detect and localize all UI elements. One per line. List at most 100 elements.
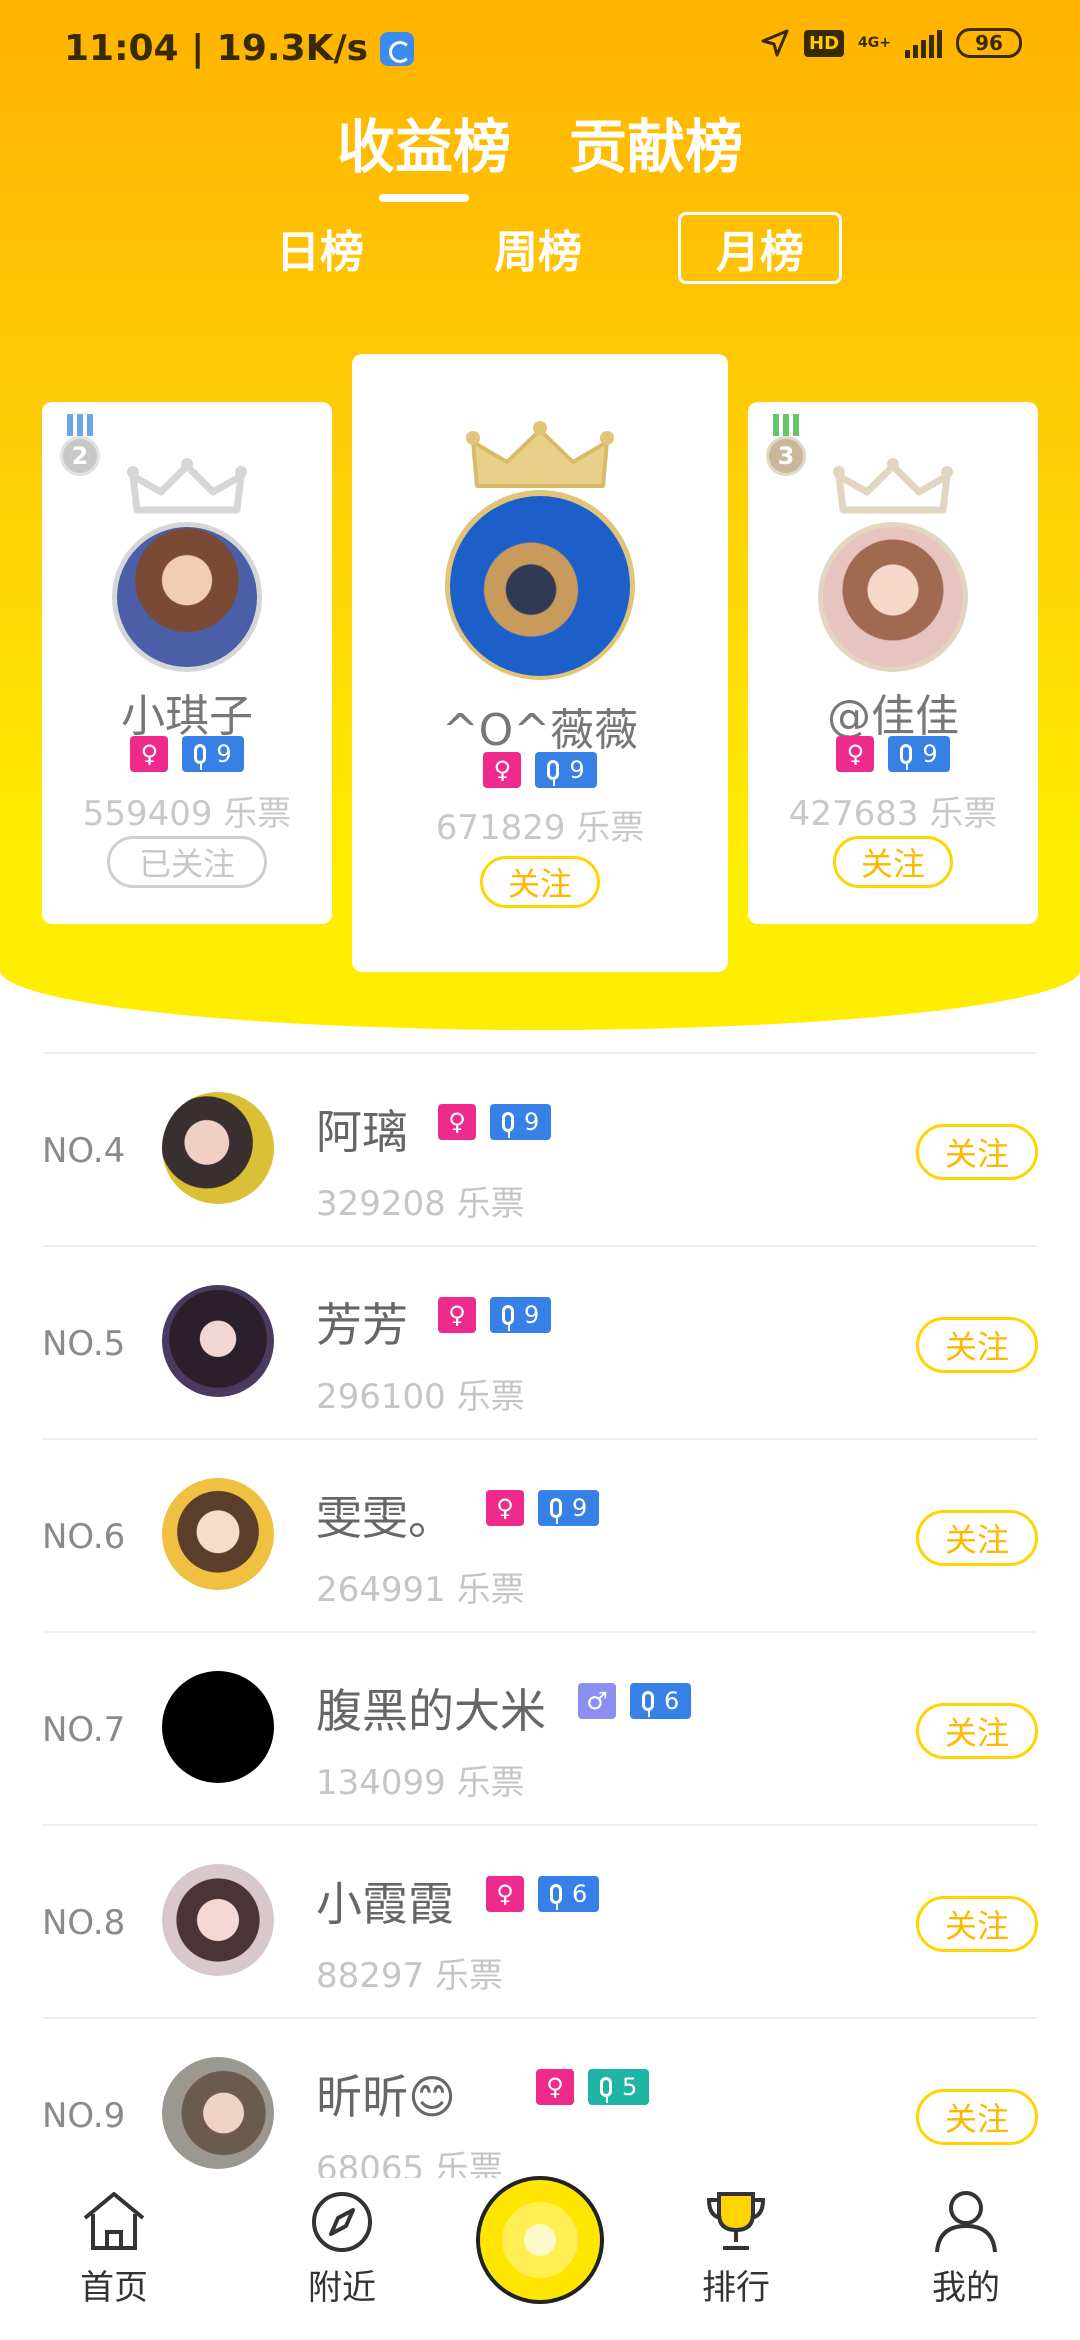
female-icon: ♀ — [438, 1297, 476, 1333]
list-item[interactable]: NO.5 芳芳 ♀ 9 296100 乐票 关注 — [42, 1245, 1038, 1438]
nav-nearby-label: 附近 — [308, 2268, 376, 2308]
silver-medal-icon: 2 — [60, 414, 100, 476]
nav-ranking[interactable]: 排行 — [666, 2178, 806, 2340]
follow-button[interactable]: 关注 — [916, 2089, 1038, 2145]
rank-label: NO.4 — [42, 1130, 126, 1171]
nav-ranking-label: 排行 — [702, 2268, 770, 2308]
main-tabs: 收益榜 贡献榜 — [0, 100, 1080, 202]
male-icon: ♂ — [578, 1683, 616, 1719]
follow-button[interactable]: 关注 — [916, 1703, 1038, 1759]
follow-button[interactable]: 关注 — [916, 1317, 1038, 1373]
avatar[interactable] — [162, 2057, 274, 2169]
avatar[interactable] — [117, 527, 257, 667]
follow-button[interactable]: 关注 — [916, 1510, 1038, 1566]
tab-earnings-ranking[interactable]: 收益榜 — [337, 100, 511, 202]
user-name: 腹黑的大米 — [316, 1684, 546, 1738]
avatar[interactable] — [162, 1671, 274, 1783]
user-score: 134099 乐票 — [316, 1763, 525, 1803]
podium-card-second[interactable]: 2 小琪子 ♀ 9 559409 乐票 已关注 — [42, 402, 332, 924]
level-badge: 9 — [888, 736, 950, 772]
mic-icon — [550, 1498, 562, 1524]
female-icon: ♀ — [438, 1104, 476, 1140]
level-badge: 9 — [490, 1297, 552, 1333]
level-badge: 9 — [490, 1104, 552, 1140]
mic-icon — [502, 1305, 514, 1331]
list-item[interactable]: NO.8 小霞霞 ♀ 6 88297 乐票 关注 — [42, 1824, 1038, 2017]
podium-score: 671829 乐票 — [435, 808, 645, 848]
female-icon: ♀ — [486, 1490, 524, 1526]
badge-row: ♀ 6 — [486, 1876, 600, 1912]
follow-button[interactable]: 关注 — [916, 1124, 1038, 1180]
record-button[interactable] — [476, 2176, 604, 2304]
mic-icon — [642, 1691, 654, 1717]
mic-icon — [547, 760, 560, 786]
user-score: 264991 乐票 — [316, 1570, 525, 1610]
bronze-crown-icon — [833, 458, 953, 514]
follow-button[interactable]: 关注 — [916, 1896, 1038, 1952]
follow-button[interactable]: 关注 — [480, 856, 600, 908]
tab-monthly[interactable]: 月榜 — [678, 212, 842, 284]
list-item[interactable]: NO.4 阿璃 ♀ 9 329208 乐票 关注 — [42, 1052, 1038, 1245]
podium-score: 427683 乐票 — [788, 794, 998, 834]
status-left: 11:04 | 19.3K/s — [64, 28, 415, 69]
avatar[interactable] — [162, 1478, 274, 1590]
user-name: 小霞霞 — [316, 1877, 454, 1931]
avatar[interactable] — [162, 1285, 274, 1397]
badge-row: ♀ 9 — [352, 752, 728, 788]
status-right: HD 4G+ 96 — [760, 28, 1022, 58]
trophy-icon — [706, 2192, 766, 2250]
rank-label: NO.5 — [42, 1323, 126, 1364]
badge-row: ♀ 5 — [536, 2069, 650, 2105]
rank-label: NO.6 — [42, 1516, 126, 1557]
badge-row: ♂ 6 — [578, 1683, 692, 1719]
signal-icon — [905, 28, 942, 58]
mic-icon — [194, 744, 207, 770]
podium-name: ^O^薇薇 — [441, 705, 639, 756]
nav-home-label: 首页 — [80, 2268, 148, 2308]
follow-button[interactable]: 关注 — [833, 836, 953, 888]
mic-icon — [550, 1884, 562, 1910]
user-score: 296100 乐票 — [316, 1377, 525, 1417]
rank-label: NO.8 — [42, 1902, 126, 1943]
avatar[interactable] — [162, 1864, 274, 1976]
list-item[interactable]: NO.6 雯雯。 ♀ 9 264991 乐票 关注 — [42, 1438, 1038, 1631]
nav-mine[interactable]: 我的 — [896, 2178, 1036, 2340]
followed-button[interactable]: 已关注 — [107, 836, 267, 888]
list-item[interactable]: NO.7 腹黑的大米 ♂ 6 134099 乐票 关注 — [42, 1631, 1038, 1824]
podium-name: 小琪子 — [121, 691, 253, 742]
tab-contribution-ranking[interactable]: 贡献榜 — [569, 100, 743, 202]
tab-weekly[interactable]: 周榜 — [456, 212, 620, 284]
mic-icon — [600, 2077, 612, 2103]
user-name: 昕昕😊 — [316, 2070, 456, 2124]
female-icon: ♀ — [130, 736, 169, 772]
compass-icon — [312, 2192, 372, 2252]
female-icon: ♀ — [483, 752, 522, 788]
badge-row: ♀ 9 — [438, 1104, 552, 1140]
level-badge: 9 — [538, 1490, 600, 1526]
level-badge: 9 — [535, 752, 597, 788]
level-badge: 6 — [630, 1683, 692, 1719]
user-name: 芳芳 — [316, 1298, 408, 1352]
female-icon: ♀ — [836, 736, 875, 772]
badge-row: ♀ 9 — [486, 1490, 600, 1526]
gold-crown-icon — [466, 421, 614, 488]
nav-home[interactable]: 首页 — [44, 2178, 184, 2340]
ranking-list: NO.4 阿璃 ♀ 9 329208 乐票 关注 NO.5 芳芳 ♀ 9 296… — [0, 1052, 1080, 2210]
avatar[interactable] — [450, 496, 630, 676]
battery-icon: 96 — [956, 28, 1022, 58]
avatar[interactable] — [162, 1092, 274, 1204]
location-arrow-icon — [761, 29, 789, 57]
podium-card-third[interactable]: 3 @佳佳 ♀ 9 427683 乐票 关注 — [748, 402, 1038, 924]
app-notification-icon — [380, 31, 415, 66]
female-icon: ♀ — [536, 2069, 574, 2105]
nav-nearby[interactable]: 附近 — [272, 2178, 412, 2340]
podium-card-first[interactable]: ^O^薇薇 ♀ 9 671829 乐票 关注 — [352, 354, 728, 972]
home-icon — [83, 2192, 145, 2250]
avatar[interactable] — [823, 527, 963, 667]
tab-daily[interactable]: 日榜 — [238, 212, 402, 284]
podium-name: @佳佳 — [827, 691, 959, 742]
mic-icon — [502, 1112, 514, 1138]
badge-row: ♀ 9 — [42, 736, 332, 772]
female-icon: ♀ — [486, 1876, 524, 1912]
level-badge: 6 — [538, 1876, 600, 1912]
